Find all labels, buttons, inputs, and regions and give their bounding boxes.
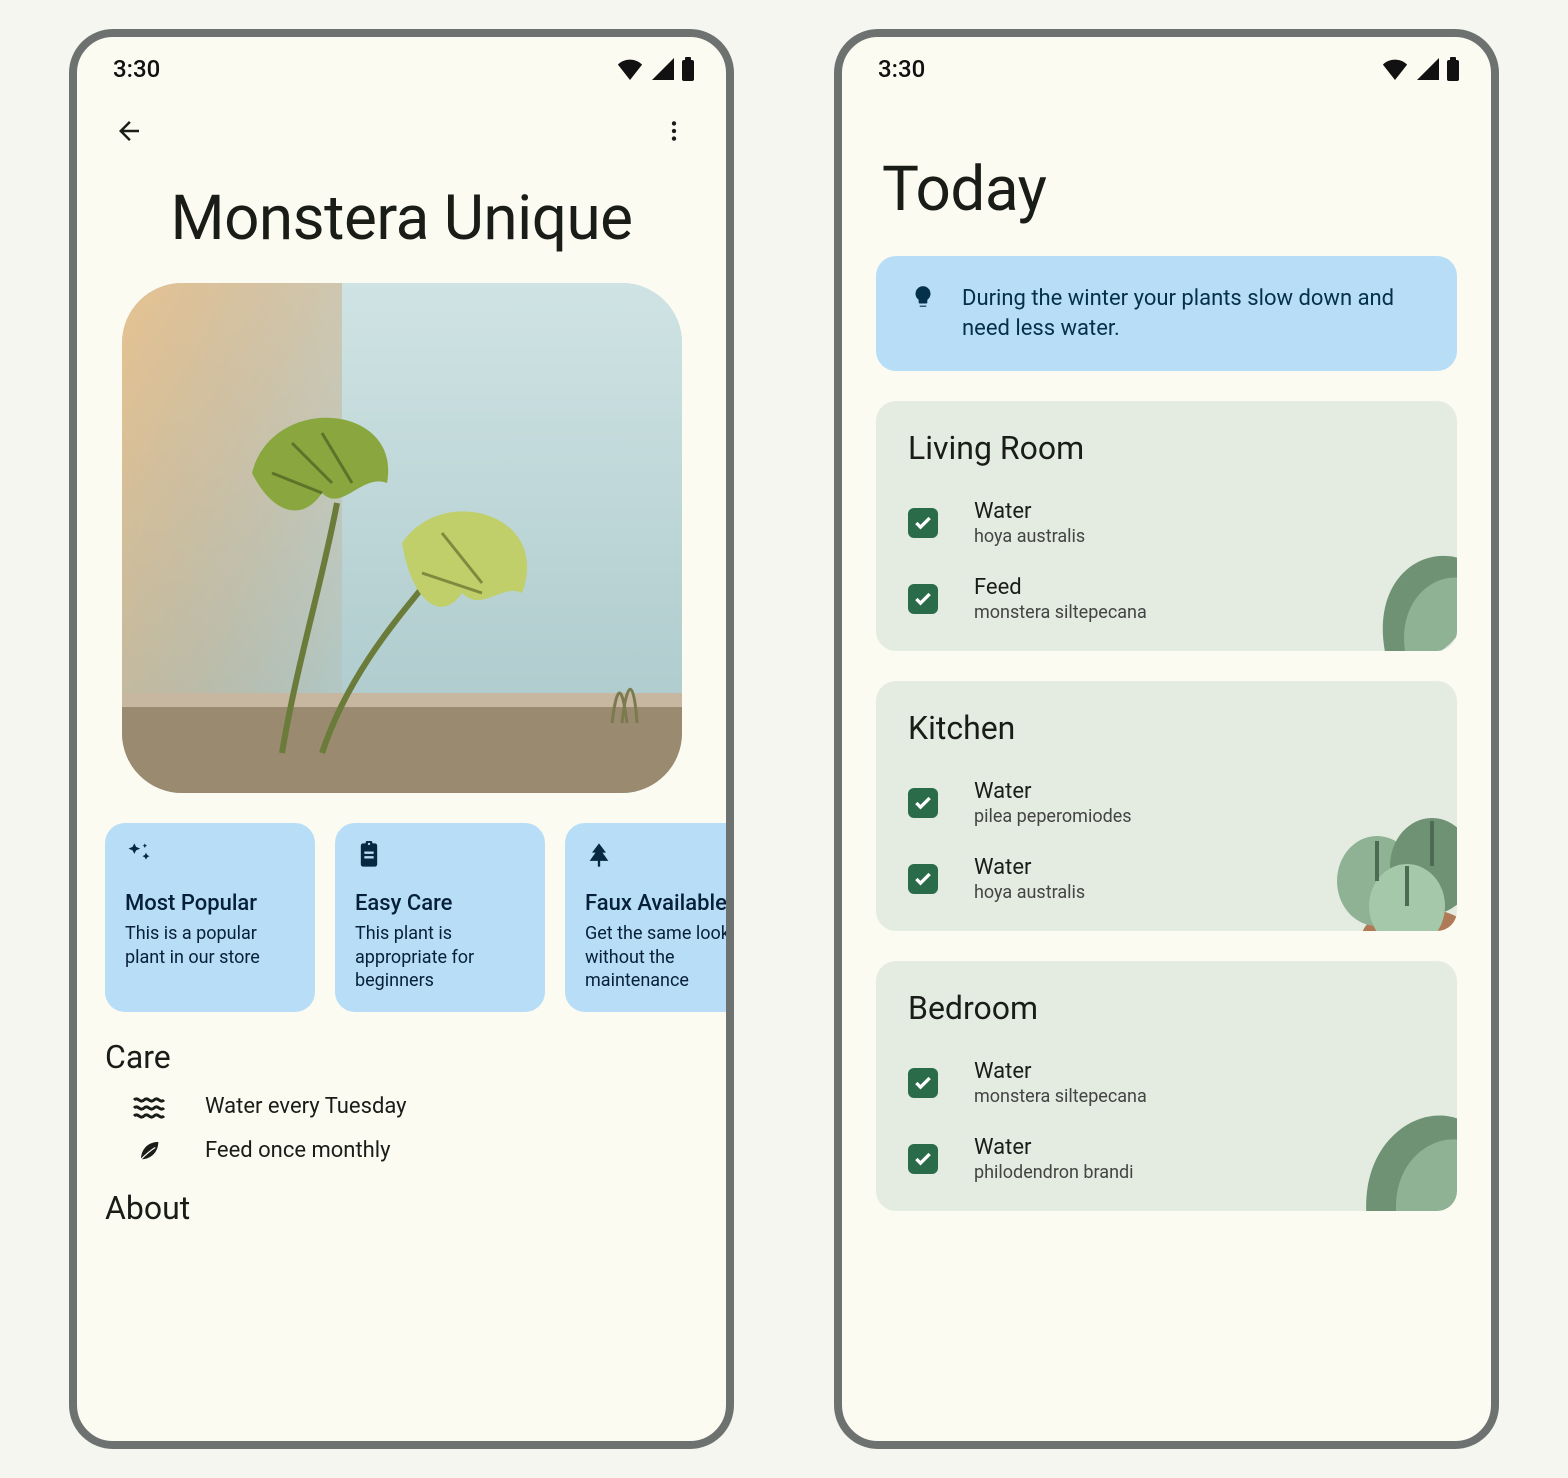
task-checkbox[interactable] (908, 1144, 938, 1174)
care-section-header: Care (77, 1012, 726, 1086)
phone-detail-screen: 3:30 Monstera Unique (69, 29, 734, 1449)
task-checkbox[interactable] (908, 584, 938, 614)
task-action: Water (974, 1059, 1147, 1084)
wifi-icon (616, 58, 644, 80)
chip-title: Easy Care (355, 891, 525, 916)
room-card-bedroom[interactable]: Bedroom Water monstera siltepecana Water… (876, 961, 1457, 1211)
chip-desc: Get the same look without the maintenanc… (585, 922, 726, 992)
status-bar: 3:30 (77, 37, 726, 93)
waves-icon (131, 1095, 167, 1119)
task-labels: Water hoya australis (974, 499, 1085, 547)
room-title: Living Room (908, 429, 1457, 467)
task-plant: hoya australis (974, 882, 1085, 903)
task-plant: philodendron brandi (974, 1162, 1134, 1183)
status-icons (616, 57, 696, 81)
status-bar: 3:30 (842, 37, 1491, 93)
today-title: Today (842, 93, 1491, 256)
task-checkbox[interactable] (908, 1068, 938, 1098)
task-plant: hoya australis (974, 526, 1085, 547)
task-checkbox[interactable] (908, 508, 938, 538)
task-action: Feed (974, 575, 1147, 600)
task-labels: Water monstera siltepecana (974, 1059, 1147, 1107)
task-plant: monstera siltepecana (974, 1086, 1147, 1107)
task-labels: Feed monstera siltepecana (974, 575, 1147, 623)
care-item-water: Water every Tuesday (77, 1086, 726, 1127)
care-text: Feed once monthly (205, 1138, 391, 1163)
chip-desc: This is a popular plant in our store (125, 922, 295, 969)
chip-title: Most Popular (125, 891, 295, 916)
task-row[interactable]: Water philodendron brandi (908, 1121, 1457, 1197)
room-title: Kitchen (908, 709, 1457, 747)
task-checkbox[interactable] (908, 788, 938, 818)
wifi-icon (1381, 58, 1409, 80)
battery-icon (1445, 57, 1461, 81)
task-row[interactable]: Water hoya australis (908, 485, 1457, 561)
clipboard-icon (355, 841, 525, 873)
signal-icon (1415, 58, 1439, 80)
task-row[interactable]: Water hoya australis (908, 841, 1457, 917)
battery-icon (680, 57, 696, 81)
task-action: Water (974, 499, 1085, 524)
task-plant: pilea peperomiodes (974, 806, 1132, 827)
plant-title: Monstera Unique (77, 155, 726, 273)
room-card-living-room[interactable]: Living Room Water hoya australis Feed mo… (876, 401, 1457, 651)
lightbulb-icon (910, 284, 936, 314)
task-labels: Water hoya australis (974, 855, 1085, 903)
back-button[interactable] (105, 107, 153, 155)
chip-most-popular[interactable]: Most Popular This is a popular plant in … (105, 823, 315, 1012)
check-icon (913, 513, 933, 533)
leaf-icon (131, 1135, 167, 1165)
signal-icon (650, 58, 674, 80)
task-action: Water (974, 855, 1085, 880)
phone-today-screen: 3:30 Today During the winter your plants… (834, 29, 1499, 1449)
task-action: Water (974, 779, 1132, 804)
room-title: Bedroom (908, 989, 1457, 1027)
tip-text: During the winter your plants slow down … (962, 284, 1423, 343)
care-item-feed: Feed once monthly (77, 1127, 726, 1173)
check-icon (913, 589, 933, 609)
care-text: Water every Tuesday (205, 1094, 407, 1119)
status-time: 3:30 (878, 55, 925, 83)
task-plant: monstera siltepecana (974, 602, 1147, 623)
chip-easy-care[interactable]: Easy Care This plant is appropriate for … (335, 823, 545, 1012)
more-button[interactable] (650, 107, 698, 155)
tip-card[interactable]: During the winter your plants slow down … (876, 256, 1457, 371)
room-card-kitchen[interactable]: Kitchen Water pilea peperomiodes Water h… (876, 681, 1457, 931)
check-icon (913, 1073, 933, 1093)
more-vert-icon (661, 118, 687, 144)
chip-desc: This plant is appropriate for beginners (355, 922, 525, 992)
task-labels: Water philodendron brandi (974, 1135, 1134, 1183)
check-icon (913, 869, 933, 889)
feature-chips-row[interactable]: Most Popular This is a popular plant in … (77, 813, 726, 1012)
task-action: Water (974, 1135, 1134, 1160)
status-icons (1381, 57, 1461, 81)
chip-title: Faux Available (585, 891, 726, 916)
sparkle-icon (125, 841, 295, 873)
about-section-header: About (77, 1173, 726, 1237)
check-icon (913, 1149, 933, 1169)
task-checkbox[interactable] (908, 864, 938, 894)
plant-hero-image (122, 283, 682, 793)
task-row[interactable]: Water pilea peperomiodes (908, 765, 1457, 841)
status-time: 3:30 (113, 55, 160, 83)
task-row[interactable]: Water monstera siltepecana (908, 1045, 1457, 1121)
chip-faux-available[interactable]: Faux Available Get the same look without… (565, 823, 726, 1012)
task-row[interactable]: Feed monstera siltepecana (908, 561, 1457, 637)
tree-icon (585, 841, 726, 873)
app-bar (77, 93, 726, 155)
arrow-back-icon (114, 116, 144, 146)
task-labels: Water pilea peperomiodes (974, 779, 1132, 827)
check-icon (913, 793, 933, 813)
